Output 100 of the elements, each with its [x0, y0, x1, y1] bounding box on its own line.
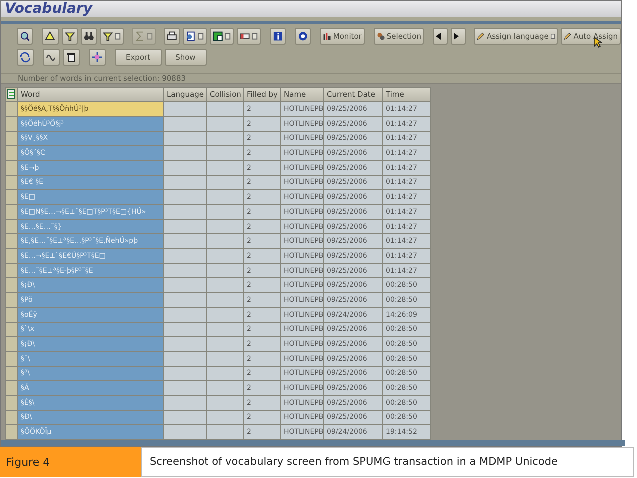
table-cell [207, 190, 243, 204]
dropdown-icon [198, 32, 204, 40]
table-cell [207, 337, 243, 351]
row-selector[interactable] [6, 264, 17, 278]
table-cell [207, 322, 243, 336]
toolbar-button[interactable] [100, 28, 124, 44]
toolbar-button[interactable] [294, 28, 312, 44]
table-cell [207, 410, 243, 424]
toolbar-button[interactable] [43, 48, 60, 66]
dropdown-icon [115, 32, 122, 40]
chart-icon [322, 30, 332, 42]
right-arrow-icon [454, 32, 460, 40]
table-cell [164, 381, 206, 395]
triangle-icon [45, 30, 56, 42]
toolbar-button[interactable] [80, 28, 98, 44]
printer-icon [166, 30, 178, 42]
row-selector[interactable] [6, 352, 17, 366]
table-cell [164, 249, 206, 263]
table-settings-icon [7, 89, 16, 100]
table-cell [164, 205, 206, 219]
toolbar-button[interactable] [183, 28, 207, 44]
trash-icon [66, 52, 77, 62]
left-arrow-icon [436, 32, 442, 40]
table-cell [207, 102, 243, 116]
table-cell [164, 220, 206, 234]
toolbar-button[interactable] [17, 48, 34, 66]
table-cell [207, 205, 243, 219]
row-selector[interactable] [6, 278, 17, 292]
table-cell [207, 308, 243, 322]
toolbar-button[interactable] [210, 28, 234, 44]
table-cell [164, 102, 206, 116]
toolbar-button[interactable] [42, 28, 59, 44]
row-selector[interactable] [6, 308, 17, 322]
table-cell [207, 381, 243, 395]
move-icon [92, 52, 103, 62]
table-cell [164, 396, 206, 410]
table-cell [164, 176, 206, 190]
table-cell [164, 337, 206, 351]
arrows-icon [20, 52, 31, 62]
window-title: Vocabulary [5, 1, 92, 17]
table-cell [164, 116, 206, 131]
row-selector[interactable] [6, 234, 17, 248]
table-cell [164, 146, 206, 160]
table-cell [164, 190, 206, 204]
table-cell [207, 425, 243, 439]
table-cell [207, 396, 243, 410]
table-cell [164, 264, 206, 278]
previous-button[interactable] [433, 28, 448, 44]
row-selector[interactable] [6, 366, 17, 380]
sum-icon [134, 30, 146, 42]
table-cell [164, 425, 206, 439]
table-cell [207, 146, 243, 160]
table-cell [164, 322, 206, 336]
toolbar-button[interactable] [164, 28, 180, 44]
table-cell [207, 278, 243, 292]
row-selector[interactable] [6, 132, 17, 146]
next-button[interactable] [451, 28, 466, 44]
table-cell [207, 160, 243, 175]
table-cell [207, 249, 243, 263]
toolbar-button[interactable] [236, 28, 261, 44]
row-selector[interactable] [6, 116, 17, 131]
row-selector[interactable] [6, 396, 17, 410]
figure-caption: Screenshot of vocabulary screen from SPUMG transaction in a MDMP Unicode [141, 447, 634, 477]
row-selector[interactable] [6, 322, 17, 336]
binoculars-icon [84, 30, 94, 42]
table-cell [207, 352, 243, 366]
dropdown-icon [550, 32, 556, 40]
table-cell [207, 234, 243, 248]
pencil-icon [564, 30, 572, 42]
toolbar-button[interactable] [17, 28, 34, 44]
table-cell [207, 366, 243, 380]
table-cell [164, 234, 206, 248]
table-cell [164, 410, 206, 424]
table-cell [207, 264, 243, 278]
row-selector[interactable] [6, 410, 17, 424]
toolbar-button[interactable] [62, 28, 78, 44]
table-cell [207, 132, 243, 146]
document-icon [186, 30, 196, 42]
row-selector[interactable] [6, 160, 17, 175]
info-icon [272, 30, 283, 42]
table-cell [164, 160, 206, 175]
select-all-button[interactable] [6, 88, 17, 102]
figure-label: Figure 4 [0, 447, 141, 477]
table-cell [164, 308, 206, 322]
table-cell [207, 176, 243, 190]
toolbar-button[interactable] [270, 28, 286, 44]
dropdown-icon [252, 32, 258, 40]
toolbar-button[interactable] [63, 48, 80, 66]
funnel-icon [64, 30, 75, 42]
table-cell [164, 366, 206, 380]
row-selector[interactable] [6, 220, 17, 234]
spreadsheet-icon [212, 30, 224, 42]
pencil-icon [477, 30, 485, 42]
dropdown-icon [225, 32, 231, 40]
table-cell [207, 293, 243, 307]
table-cell [164, 352, 206, 366]
magnifier-icon [20, 30, 30, 42]
table-cell [207, 220, 243, 234]
dropdown-icon [147, 32, 153, 40]
row-selector[interactable] [6, 176, 17, 190]
